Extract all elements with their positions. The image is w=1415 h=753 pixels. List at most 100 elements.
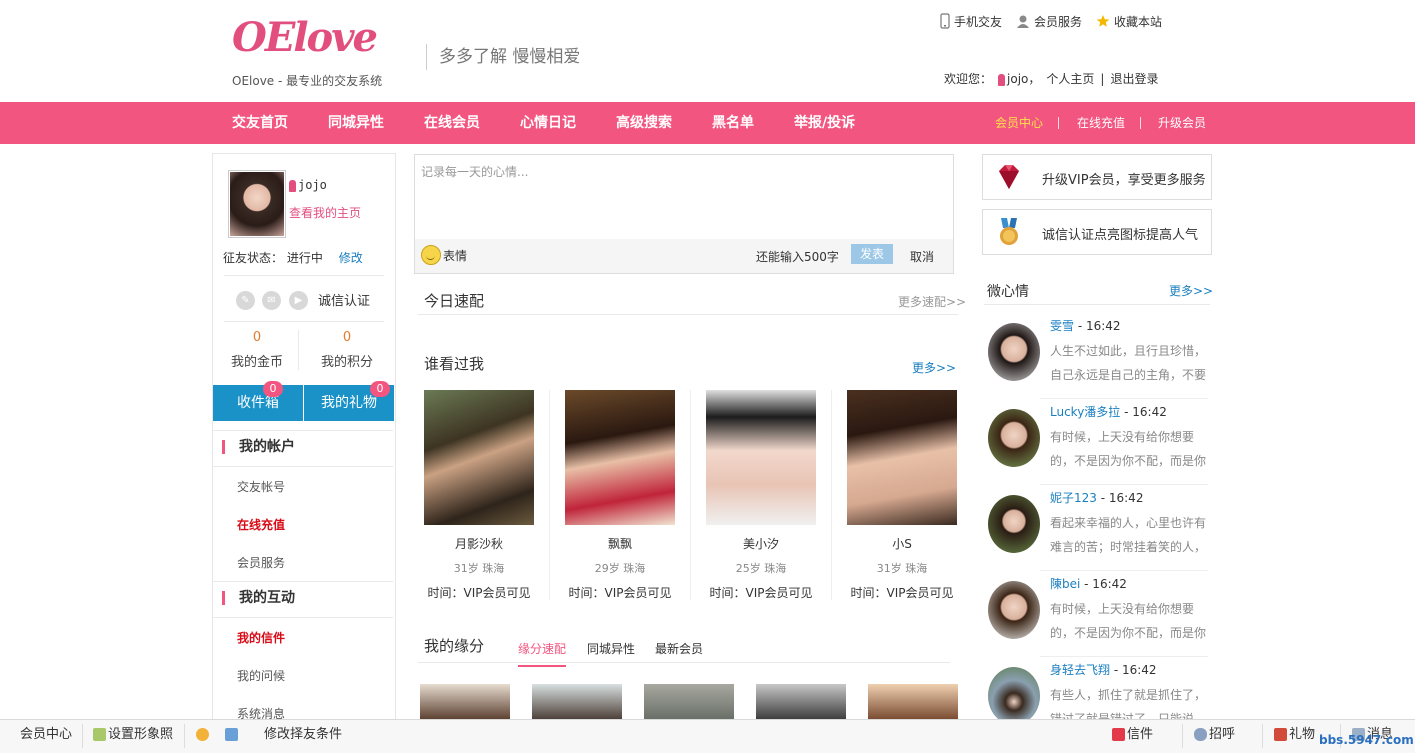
match-photo[interactable]: [756, 684, 846, 724]
emoji-button[interactable]: 表情: [421, 245, 467, 265]
mood-username[interactable]: 妮子123: [1050, 491, 1097, 505]
inbox-tab[interactable]: 收件箱 0: [213, 381, 303, 421]
viewer-name[interactable]: 美小汐: [706, 535, 816, 552]
mood-text[interactable]: 看起来幸福的人，心里也许有难言的苦；时常挂着笑的人，: [1050, 511, 1208, 559]
weibo-more-link[interactable]: 更多>>: [1169, 282, 1213, 299]
menu-recharge[interactable]: 在线充值: [237, 516, 285, 533]
vip-upgrade-promo[interactable]: 升级VIP会员，享受更多服务: [982, 154, 1212, 200]
mood-avatar[interactable]: [988, 495, 1040, 553]
more-match-link[interactable]: 更多速配>>: [898, 293, 966, 310]
edit-verify-icon[interactable]: ✎: [236, 291, 255, 310]
menu-dating-account[interactable]: 交友帐号: [237, 478, 285, 495]
verify-link[interactable]: 诚信认证: [318, 290, 370, 309]
profile-username: jojo: [289, 178, 327, 192]
nav-recharge[interactable]: 在线充值: [1077, 102, 1125, 144]
match-photo[interactable]: [868, 684, 958, 724]
mood-avatar[interactable]: [988, 667, 1040, 725]
nav-advanced-search[interactable]: 高级搜索: [616, 102, 672, 144]
status-edit-link[interactable]: 修改: [339, 251, 363, 265]
status-label: 征友状态：: [223, 251, 284, 265]
footer-gift[interactable]: 礼物: [1274, 720, 1315, 753]
viewer-card[interactable]: 月影沙秋 31岁 珠海 时间：VIP会员可见: [424, 390, 534, 601]
mood-text[interactable]: 有时候，上天没有给你想要的，不是因为你不配，而是你: [1050, 597, 1208, 645]
mood-username[interactable]: 身轻去飞翔: [1050, 663, 1110, 677]
divider: [1262, 724, 1263, 748]
nav-local-singles[interactable]: 同城异性: [328, 102, 384, 144]
viewer-photo[interactable]: [847, 390, 957, 525]
mobile-link[interactable]: 手机交友: [940, 12, 1002, 30]
personal-home-link[interactable]: 个人主页: [1046, 70, 1094, 87]
divider: [1040, 398, 1208, 399]
mood-username[interactable]: 陳bei: [1050, 577, 1080, 591]
gold-stat[interactable]: 0 我的金币: [212, 330, 302, 370]
divider: [549, 390, 550, 600]
verify-promo[interactable]: 诚信认证点亮图标提高人气: [982, 209, 1212, 255]
mood-time: - 16:42: [1074, 319, 1121, 333]
nav-blacklist[interactable]: 黑名单: [712, 102, 754, 144]
video-verify-icon[interactable]: ▶: [289, 291, 308, 310]
emoji-label: 表情: [443, 248, 468, 263]
footer-mail[interactable]: 信件: [1112, 720, 1153, 753]
viewer-card[interactable]: 小S 31岁 珠海 时间：VIP会员可见: [847, 390, 957, 601]
gift-icon: [1274, 728, 1287, 741]
view-my-home-link[interactable]: 查看我的主页: [289, 204, 361, 221]
match-photo[interactable]: [644, 684, 734, 724]
watermark-text: bbs.5947.com: [1319, 733, 1414, 747]
viewer-name[interactable]: 飘飘: [565, 535, 675, 552]
nav-online-members[interactable]: 在线会员: [424, 102, 480, 144]
nav-upgrade[interactable]: 升级会员: [1158, 102, 1206, 144]
viewer-photo[interactable]: [706, 390, 816, 525]
welcome-user[interactable]: jojo，: [998, 70, 1040, 87]
footer-greet[interactable]: 招呼: [1194, 720, 1235, 753]
mood-username[interactable]: Lucky潘多拉: [1050, 405, 1120, 419]
viewer-name[interactable]: 小S: [847, 535, 957, 552]
menu-my-mail[interactable]: 我的信件: [237, 629, 285, 646]
menu-member-service[interactable]: 会员服务: [237, 554, 285, 571]
mood-avatar[interactable]: [988, 323, 1040, 381]
mood-avatar[interactable]: [988, 409, 1040, 467]
points-stat[interactable]: 0 我的积分: [302, 330, 392, 370]
who-viewed-more-link[interactable]: 更多>>: [912, 359, 956, 376]
viewer-photo[interactable]: [424, 390, 534, 525]
gifts-tab[interactable]: 我的礼物 0: [304, 381, 394, 421]
welcome-bar: 欢迎您： jojo， 个人主页 | 退出登录: [944, 70, 1158, 87]
weibo-title: 微心情: [987, 284, 1029, 300]
nav-report[interactable]: 举报/投诉: [794, 102, 855, 144]
viewer-photo[interactable]: [565, 390, 675, 525]
mood-text[interactable]: 人生不过如此，且行且珍惜，自己永远是自己的主角，不要: [1050, 339, 1208, 387]
footer-card-icon-button[interactable]: [225, 720, 240, 753]
avatar[interactable]: [228, 170, 286, 238]
viewer-card[interactable]: 飘飘 29岁 珠海 时间：VIP会员可见: [565, 390, 675, 601]
divider: [1040, 656, 1208, 657]
logo-tagline: OElove - 最专业的交友系统: [232, 74, 383, 88]
mood-text[interactable]: 有时候，上天没有给你想要的，不是因为你不配，而是你: [1050, 425, 1208, 473]
email-verify-icon[interactable]: ✉: [262, 291, 281, 310]
footer-member-center[interactable]: 会员中心: [20, 720, 72, 753]
tab-new-members[interactable]: 最新会员: [655, 640, 703, 657]
mood-avatar[interactable]: [988, 581, 1040, 639]
mood-username[interactable]: 雯雪: [1050, 319, 1074, 333]
mood-header: Lucky潘多拉 - 16:42: [1050, 403, 1167, 420]
logout-link[interactable]: 退出登录: [1110, 70, 1158, 87]
footer-edit-conditions[interactable]: 修改择友条件: [264, 720, 342, 753]
who-viewed-title: 谁看过我: [424, 355, 485, 373]
nav-member-center[interactable]: 会员中心: [995, 102, 1043, 144]
publish-button[interactable]: 发表: [851, 244, 893, 264]
footer-vip-icon-button[interactable]: [196, 720, 211, 753]
mood-input-placeholder[interactable]: 记录每一天的心情...: [421, 163, 528, 180]
bookmark-link[interactable]: 收藏本站: [1096, 12, 1162, 30]
match-photo[interactable]: [532, 684, 622, 724]
match-photo[interactable]: [420, 684, 510, 724]
gold-label: 我的金币: [230, 355, 283, 370]
member-service-link[interactable]: 会员服务: [1016, 12, 1082, 30]
viewer-name[interactable]: 月影沙秋: [424, 535, 534, 552]
gifts-label: 我的礼物: [321, 395, 377, 411]
nav-home[interactable]: 交友首页: [232, 102, 288, 144]
tab-local-singles[interactable]: 同城异性: [587, 640, 635, 657]
cancel-button[interactable]: 取消: [910, 248, 934, 265]
footer-set-photo[interactable]: 设置形象照: [93, 720, 173, 753]
viewer-card[interactable]: 美小汐 25岁 珠海 时间：VIP会员可见: [706, 390, 816, 601]
menu-my-greetings[interactable]: 我的问候: [237, 667, 285, 684]
nav-mood-diary[interactable]: 心情日记: [520, 102, 576, 144]
site-logo[interactable]: OElove OElove - 最专业的交友系统: [232, 14, 392, 88]
